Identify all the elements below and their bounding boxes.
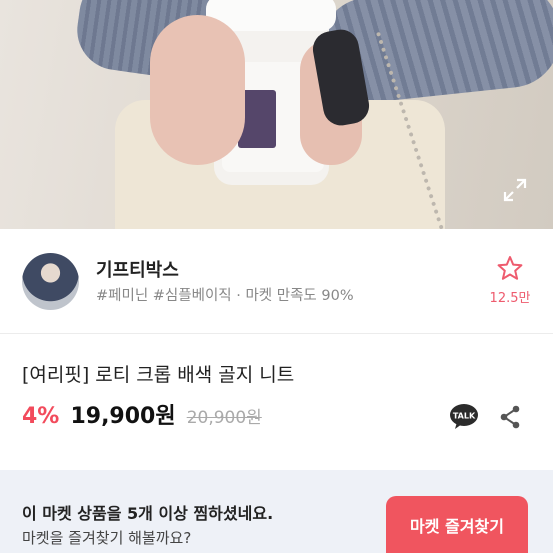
image-detail [150,15,245,165]
price-row: 4% 19,900원 20,900원 [22,398,262,430]
favorite-market-banner: 이 마켓 상품을 5개 이상 찜하셨네요. 마켓을 즐겨찾기 해볼까요? 마켓 … [0,470,553,553]
talk-icon[interactable]: TALK [449,403,479,430]
favorite-market-button[interactable]: 마켓 즐겨찾기 [386,496,528,553]
product-title: [여리핏] 로티 크롭 배색 골지 니트 [22,364,295,386]
seller-section: 기프티박스 #페미닌 #심플베이직 · 마켓 만족도 90% 12.5만 [0,229,553,334]
original-price: 20,900원 [186,408,262,428]
avatar[interactable] [22,253,79,310]
discount-rate: 4% [22,404,60,429]
banner-message: 이 마켓 상품을 5개 이상 찜하셨네요. [22,504,274,523]
seller-tags: #페미닌 #심플베이직 · 마켓 만족도 90% [96,288,354,304]
expand-icon[interactable] [502,177,528,203]
sale-price: 19,900원 [70,404,176,429]
favorite-button[interactable]: 12.5만 [484,255,536,306]
product-image[interactable] [0,0,553,229]
share-icon[interactable] [499,405,521,429]
star-outline-icon [497,256,523,280]
favorite-count: 12.5만 [489,291,531,306]
seller-name[interactable]: 기프티박스 [96,256,179,282]
talk-label: TALK [453,412,476,421]
banner-submessage: 마켓을 즐겨찾기 해볼까요? [22,529,192,547]
